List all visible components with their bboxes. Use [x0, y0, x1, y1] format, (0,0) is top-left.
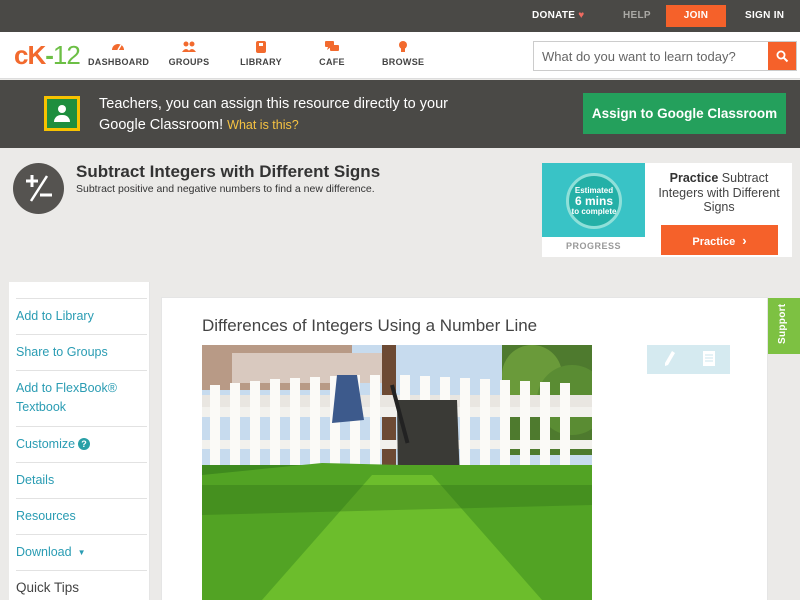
nav-browse-label: BROWSE: [382, 57, 425, 67]
sidebar-download[interactable]: Download ▼: [16, 534, 147, 570]
top-bar: DONATE ♥ HELP JOIN SIGN IN: [0, 0, 800, 32]
lawn-mower-photo: [202, 345, 592, 600]
progress-label: PROGRESS: [565, 241, 621, 251]
sidebar-customize[interactable]: Customize?: [16, 426, 147, 462]
to-complete-label: to complete: [571, 207, 617, 216]
practice-title: Practice Subtract Integers with Differen…: [650, 171, 788, 215]
progress-graphic: Estimated 6 mins to complete: [542, 163, 645, 237]
concept-title: Subtract Integers with Different Signs: [76, 162, 381, 181]
donate-link[interactable]: DONATE ♥: [532, 0, 585, 32]
nav-dashboard-label: DASHBOARD: [88, 57, 150, 67]
practice-button[interactable]: Practice ›: [661, 225, 778, 255]
plus-minus-icon: [13, 163, 64, 214]
cafe-chat-icon: [325, 41, 339, 51]
classroom-person-body: [54, 115, 70, 122]
help-link[interactable]: HELP: [623, 0, 651, 32]
sidebar-add-to-library[interactable]: Add to Library: [16, 298, 147, 334]
ck12-logo[interactable]: cK-12: [14, 40, 81, 70]
banner-message: Teachers, you can assign this resource d…: [99, 94, 479, 136]
nav-dashboard[interactable]: DASHBOARD: [88, 40, 150, 67]
customize-label: Customize: [16, 437, 76, 451]
nav-groups[interactable]: GROUPS: [168, 40, 210, 67]
quick-tips-heading[interactable]: Quick Tips: [16, 570, 147, 600]
logo-number: 12: [52, 40, 81, 70]
assign-to-google-classroom-button[interactable]: Assign to Google Classroom: [583, 93, 786, 134]
content-title: Differences of Integers Using a Number L…: [202, 316, 538, 335]
lightbulb-icon: [399, 41, 407, 52]
library-icon: [256, 41, 266, 53]
support-tab[interactable]: Support: [768, 298, 800, 354]
what-is-this-link[interactable]: What is this?: [227, 118, 299, 132]
nav-library[interactable]: LIBRARY: [240, 40, 282, 67]
donate-label: DONATE: [532, 10, 576, 21]
search-input[interactable]: [534, 42, 768, 70]
download-label: Download: [16, 545, 72, 559]
nav-cafe-label: CAFE: [319, 57, 345, 67]
estimated-time-badge: Estimated 6 mins to complete: [566, 173, 622, 229]
content-tools: [647, 345, 730, 374]
support-label: Support: [777, 303, 788, 344]
notes-icon[interactable]: [702, 350, 716, 367]
concept-subtitle: Subtract positive and negative numbers t…: [76, 183, 375, 195]
logo-k: K: [27, 40, 46, 70]
caret-down-icon: ▼: [77, 548, 86, 557]
nav-cafe[interactable]: CAFE: [316, 40, 348, 67]
join-button[interactable]: JOIN: [666, 5, 726, 27]
groups-icon: [182, 41, 196, 52]
practice-card: Estimated 6 mins to complete PROGRESS Pr…: [542, 163, 792, 257]
practice-title-bold: Practice: [669, 171, 719, 185]
sidebar-resources[interactable]: Resources: [16, 498, 147, 534]
logo-c: c: [14, 40, 29, 70]
nav-groups-label: GROUPS: [168, 57, 210, 67]
help-question-icon[interactable]: ?: [78, 438, 91, 450]
sign-in-link[interactable]: SIGN IN: [745, 0, 784, 32]
search-button[interactable]: [768, 42, 796, 70]
google-classroom-board: [47, 99, 77, 128]
sidebar-share-to-groups[interactable]: Share to Groups: [16, 334, 147, 370]
practice-button-label: Practice: [692, 235, 736, 248]
pencil-icon[interactable]: [664, 350, 676, 368]
heart-icon: ♥: [578, 10, 585, 21]
lawn-photo-illustration: [202, 345, 592, 600]
main-nav: cK-12 DASHBOARD GROUPS LIBRARY CAFE BROW…: [0, 32, 800, 79]
nav-library-label: LIBRARY: [240, 57, 282, 67]
estimated-mins: 6 mins: [574, 194, 613, 208]
dashboard-icon: [112, 44, 124, 51]
chevron-right-icon: ›: [742, 232, 747, 248]
nav-browse[interactable]: BROWSE: [382, 40, 424, 67]
sidebar: Add to Library Share to Groups Add to Fl…: [9, 282, 150, 600]
search-icon: [776, 50, 788, 62]
sidebar-add-to-flexbook[interactable]: Add to FlexBook® Textbook: [16, 370, 147, 426]
classroom-person-head: [58, 105, 66, 113]
google-classroom-icon: [44, 96, 80, 131]
sidebar-details[interactable]: Details: [16, 462, 147, 498]
search-box: [533, 41, 797, 71]
logo-dash: -: [45, 40, 54, 70]
